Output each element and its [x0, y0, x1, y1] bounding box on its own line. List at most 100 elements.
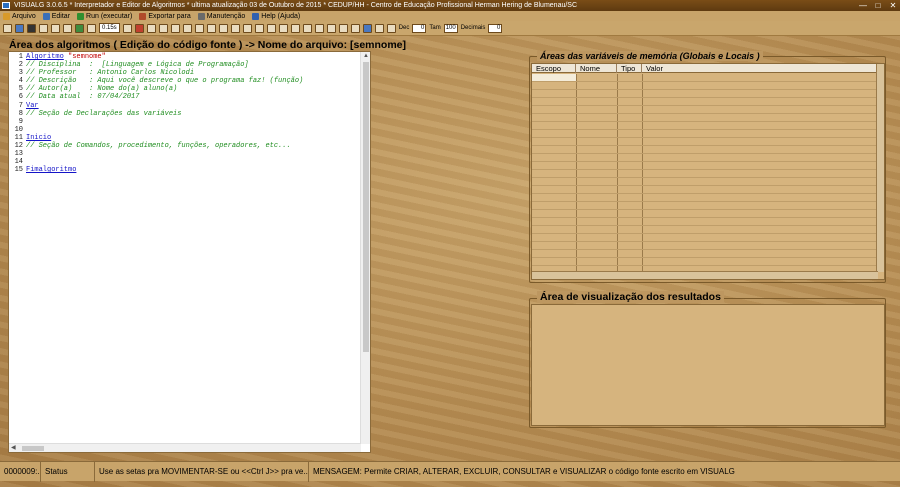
scroll-left-icon[interactable]: ◀: [11, 444, 16, 453]
find-icon[interactable]: [182, 23, 192, 33]
grid-body[interactable]: [532, 74, 878, 272]
redo-icon[interactable]: [170, 23, 180, 33]
line-number: 10: [14, 125, 23, 134]
cut-icon[interactable]: [39, 23, 48, 33]
editor-vertical-thumb[interactable]: [363, 62, 369, 352]
line-number: 9: [18, 117, 23, 126]
dec-input[interactable]: 0: [412, 23, 427, 33]
speed-select[interactable]: 0.15s: [99, 23, 120, 33]
binoculars-icon[interactable]: [278, 23, 288, 33]
menu-item[interactable]: Manutenção: [197, 12, 245, 20]
zoom-icon[interactable]: [386, 23, 396, 33]
run-icon[interactable]: [75, 23, 84, 33]
editor-horizontal-scrollbar[interactable]: ◀: [9, 443, 361, 452]
indent-icon[interactable]: [206, 23, 216, 33]
menu-item[interactable]: Help (Ajuda): [252, 12, 300, 20]
line-number: 4: [18, 77, 23, 86]
close-button[interactable]: ✕: [888, 1, 898, 10]
menu-label: Editar: [51, 12, 71, 20]
watch-icon[interactable]: [266, 23, 276, 33]
maximize-button[interactable]: □: [873, 1, 883, 10]
config-icon[interactable]: [350, 23, 360, 33]
folder-icon: [3, 12, 10, 20]
variables-grid[interactable]: Escopo Nome Tipo Valor: [531, 63, 885, 280]
replace-icon[interactable]: [194, 23, 204, 33]
code-line[interactable]: 15 Fimalgoritmo: [9, 166, 361, 174]
code-lines[interactable]: 1 Algoritmo "semnome" 2// Disciplina : [Li…: [9, 52, 361, 444]
open-file-icon[interactable]: [15, 23, 24, 33]
grid-vertical-scrollbar[interactable]: [876, 64, 884, 272]
code-line[interactable]: 14: [9, 158, 361, 166]
comment-icon[interactable]: [230, 23, 240, 33]
tam-input[interactable]: 100: [443, 23, 458, 33]
menu-item[interactable]: Arquivo: [3, 12, 36, 20]
code-line[interactable]: 11 Inicio: [9, 134, 361, 142]
copy-icon[interactable]: [51, 23, 60, 33]
menu-item[interactable]: Run (executar): [77, 12, 133, 20]
breakpoint-icon[interactable]: [254, 23, 264, 33]
code-keyword: Fimalgoritmo: [26, 166, 77, 175]
menu-label: Exportar para: [148, 12, 191, 20]
menu-item[interactable]: Editar: [42, 12, 71, 20]
print-icon[interactable]: [146, 23, 156, 33]
tools-icon: [197, 12, 205, 20]
menu-item[interactable]: Exportar para: [139, 12, 191, 20]
line-number: 13: [14, 150, 23, 159]
menu-label: Run (executar): [86, 12, 133, 20]
status-hint: Use as setas pra MOVIMENTAR-SE ou <<Ctrl…: [95, 461, 309, 482]
about-icon[interactable]: [374, 23, 384, 33]
new-file-icon[interactable]: [3, 23, 12, 33]
code-line[interactable]: 2// Disciplina : [Linguagem e Lógica de …: [9, 61, 361, 69]
code-editor[interactable]: 1 Algoritmo "semnome" 2// Disciplina : [Li…: [8, 51, 371, 453]
code-line[interactable]: 12// Seção de Comandos, procedimento, fu…: [9, 142, 361, 150]
save-icon[interactable]: [27, 23, 36, 33]
paste-icon[interactable]: [63, 23, 72, 33]
line-number: 1: [18, 53, 23, 61]
tam-label: Tam: [429, 25, 441, 31]
editor-vertical-scrollbar[interactable]: ▲: [360, 52, 370, 444]
help-icon[interactable]: [362, 23, 372, 33]
undo-icon[interactable]: [158, 23, 168, 33]
outdent-icon[interactable]: [218, 23, 228, 33]
line-number: 14: [14, 158, 23, 167]
decimais-input[interactable]: 0: [488, 23, 503, 33]
variables-icon[interactable]: [302, 23, 312, 33]
code-line[interactable]: 13: [9, 150, 361, 158]
code-line[interactable]: 3// Professor : Antonio Carlos Nicolodi: [9, 69, 361, 77]
column-tipo[interactable]: Tipo: [617, 64, 642, 73]
code-line[interactable]: 5// Autor(a) : Nome do(a) aluno(a): [9, 85, 361, 93]
minimize-button[interactable]: —: [858, 1, 868, 10]
code-comment: // Seção de Comandos, procedimento, funç…: [26, 142, 291, 151]
step-icon[interactable]: [122, 23, 132, 33]
column-escopo[interactable]: Escopo: [532, 64, 576, 73]
timer-icon[interactable]: [87, 23, 96, 33]
code-line[interactable]: 8// Seção de Declarações das variáveis: [9, 110, 361, 118]
column-nome[interactable]: Nome: [576, 64, 617, 73]
code-comment: // Professor : Antonio Carlos Nicolodi: [26, 69, 195, 78]
column-valor[interactable]: Valor: [642, 64, 878, 73]
code-line[interactable]: 6// Data atual : 07/04/2017: [9, 93, 361, 101]
code-line[interactable]: 7 Var: [9, 102, 361, 110]
grid-horizontal-scrollbar[interactable]: [532, 271, 878, 279]
calculator-icon[interactable]: [314, 23, 324, 33]
results-area[interactable]: [531, 304, 885, 426]
table-icon[interactable]: [326, 23, 336, 33]
title-bar: VISUALG 3.0.6.5 * Interpretador e Editor…: [0, 0, 900, 11]
selected-cell[interactable]: [532, 74, 576, 81]
grid-header: Escopo Nome Tipo Valor: [532, 64, 878, 73]
editor-title: Área dos algoritmos ( Edição do código f…: [9, 39, 406, 51]
export-icon[interactable]: [338, 23, 348, 33]
scroll-up-icon[interactable]: ▲: [363, 52, 369, 61]
uncomment-icon[interactable]: [242, 23, 252, 33]
code-keyword: Inicio: [26, 133, 52, 142]
search-next-icon[interactable]: [290, 23, 300, 33]
help-icon: [252, 12, 260, 20]
stop-icon[interactable]: [134, 23, 144, 33]
editor-horizontal-thumb[interactable]: [22, 446, 44, 451]
line-number: 15: [14, 166, 23, 175]
code-line[interactable]: 4// Descrição : Aqui você descreve o que…: [9, 77, 361, 85]
code-line[interactable]: 1 Algoritmo "semnome": [9, 53, 361, 61]
code-line[interactable]: 10: [9, 126, 361, 134]
code-line[interactable]: 9: [9, 118, 361, 126]
status-bar: 0000009:... Status Use as setas pra MOVI…: [0, 461, 900, 482]
